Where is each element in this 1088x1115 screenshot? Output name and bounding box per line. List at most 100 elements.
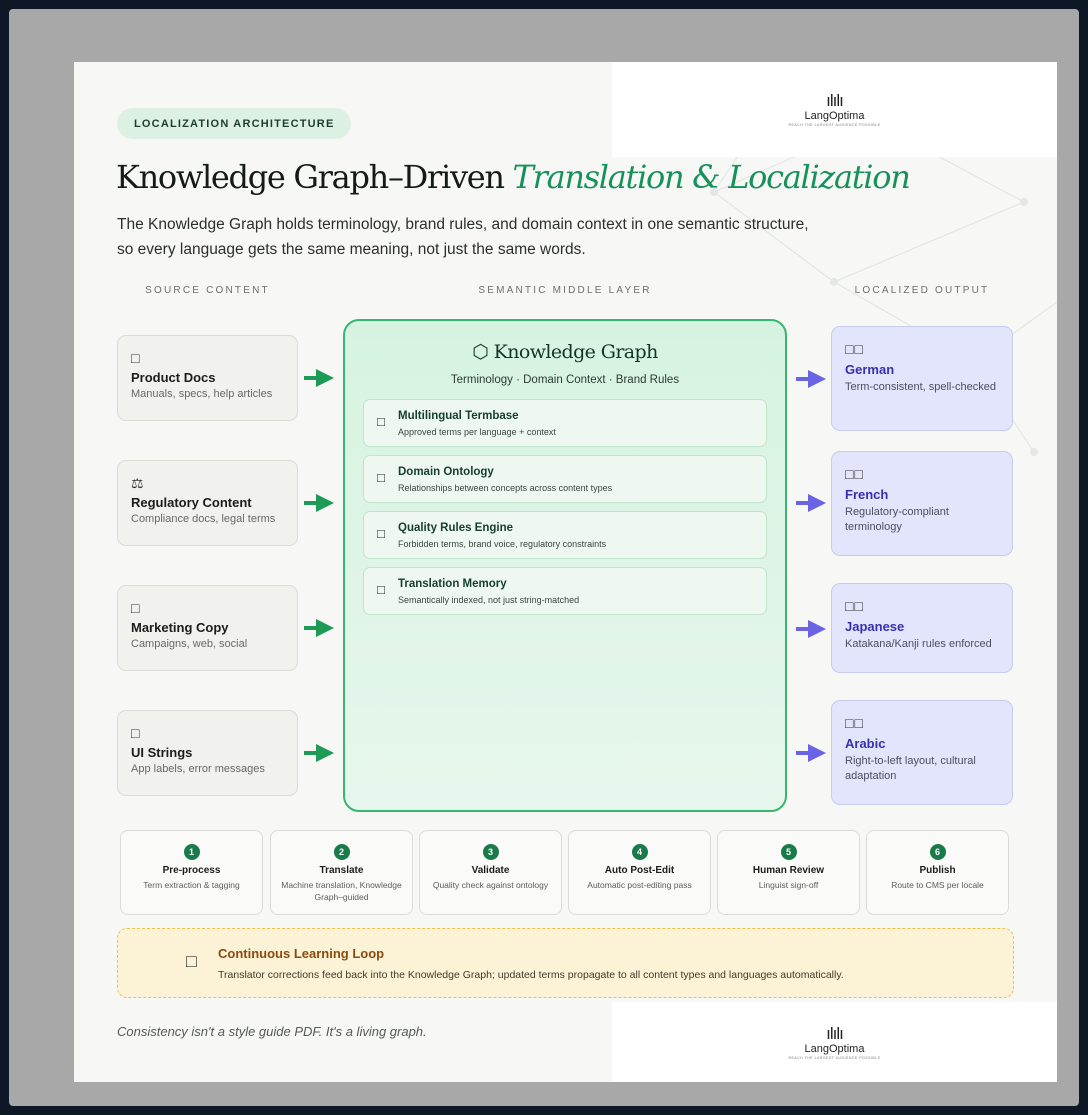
- continuous-learning-loop: □ Continuous Learning Loop Translator co…: [117, 928, 1014, 998]
- step-name: Human Review: [752, 865, 825, 876]
- title-plain: Knowledge Graph–Driven: [116, 158, 505, 196]
- gear-icon: □: [377, 526, 385, 541]
- step-number: 2: [333, 844, 350, 860]
- kg-item-quality-rules: □ Quality Rules Engine Forbidden terms, …: [363, 511, 767, 559]
- document-icon: □: [131, 350, 140, 366]
- output-desc: Katakana/Kanji rules enforced: [845, 638, 992, 650]
- step-translate: 2 Translate Machine translation, Knowled…: [270, 830, 413, 915]
- logo-mark-icon: ılılı: [826, 91, 844, 110]
- phone-icon: □: [131, 725, 140, 741]
- source-name: Marketing Copy: [131, 620, 229, 635]
- source-card-product-docs: □ Product Docs Manuals, specs, help arti…: [117, 335, 298, 421]
- footer-tagline: Consistency isn't a style guide PDF. It'…: [117, 1024, 427, 1039]
- flag-fr-icon: □□: [845, 466, 864, 482]
- kg-item-desc: Relationships between concepts across co…: [398, 483, 613, 493]
- arrow-right-icon: [796, 370, 826, 388]
- flag-ar-icon: □□: [845, 715, 864, 731]
- arrow-right-icon: [796, 620, 826, 638]
- output-name: French: [845, 487, 889, 502]
- logo-name: LangOptima: [804, 110, 865, 122]
- output-card-german: □□ German Term-consistent, spell-checked: [831, 326, 1013, 431]
- book-icon: □: [377, 414, 385, 429]
- flag-de-icon: □□: [845, 341, 864, 357]
- network-icon: □: [377, 470, 385, 485]
- knowledge-graph-subtitle: Terminology · Domain Context · Brand Rul…: [450, 374, 680, 386]
- page-subtitle: The Knowledge Graph holds terminology, b…: [117, 216, 809, 258]
- output-name: German: [845, 362, 895, 377]
- megaphone-icon: □: [131, 600, 140, 616]
- output-card-arabic: □□ Arabic Right-to-left layout, cultural…: [831, 700, 1013, 805]
- step-desc: Route to CMS per locale: [891, 880, 984, 890]
- column-header-middle: SEMANTIC MIDDLE LAYER: [478, 285, 652, 296]
- kg-item-desc: Forbidden terms, brand voice, regulatory…: [398, 539, 607, 549]
- kg-item-translation-memory: □ Translation Memory Semantically indexe…: [363, 567, 767, 615]
- arrow-right-icon: [304, 744, 334, 762]
- loop-title: Continuous Learning Loop: [218, 946, 385, 961]
- logo-tagline: REACH THE LARGEST AUDIENCE POSSIBLE: [788, 123, 881, 127]
- logo-tagline: REACH THE LARGEST AUDIENCE POSSIBLE: [788, 1055, 881, 1060]
- kg-item-desc: Semantically indexed, not just string-ma…: [398, 595, 580, 605]
- source-desc: Manuals, specs, help articles: [131, 388, 273, 400]
- logo-name: LangOptima: [804, 1042, 865, 1055]
- logo-bottom: ılılı LangOptima REACH THE LARGEST AUDIE…: [612, 1002, 1057, 1082]
- step-number: 3: [482, 844, 499, 860]
- step-name: Auto Post-Edit: [604, 865, 675, 876]
- kg-item-desc: Approved terms per language + context: [398, 427, 556, 437]
- step-desc: Term extraction & tagging: [143, 880, 240, 890]
- step-number: 1: [183, 844, 200, 860]
- title-accent: Translation & Localization: [512, 158, 911, 196]
- source-card-regulatory: ⚖ Regulatory Content Compliance docs, le…: [117, 460, 298, 546]
- memory-icon: □: [377, 582, 385, 597]
- source-card-marketing: □ Marketing Copy Campaigns, web, social: [117, 585, 298, 671]
- source-name: Regulatory Content: [131, 495, 252, 510]
- knowledge-graph-title: ⬡ Knowledge Graph: [472, 341, 658, 363]
- output-name: Arabic: [845, 736, 886, 751]
- output-desc: Regulatory-compliant terminology: [845, 506, 949, 533]
- step-name: Pre-process: [162, 865, 221, 876]
- step-desc: Linguist sign-off: [758, 880, 819, 890]
- arrow-right-icon: [304, 619, 334, 637]
- output-name: Japanese: [845, 619, 905, 634]
- output-desc: Term-consistent, spell-checked: [845, 381, 997, 393]
- kg-item-name: Translation Memory: [398, 578, 507, 590]
- step-name: Publish: [919, 865, 956, 876]
- source-desc: Compliance docs, legal terms: [131, 513, 276, 525]
- step-auto-post-edit: 4 Auto Post-Edit Automatic post-editing …: [568, 830, 711, 915]
- loop-icon: □: [186, 951, 197, 971]
- scales-icon: ⚖: [131, 475, 144, 491]
- column-header-output: LOCALIZED OUTPUT: [854, 285, 990, 296]
- arrow-right-icon: [796, 744, 826, 762]
- source-name: UI Strings: [131, 745, 193, 760]
- output-desc: Right-to-left layout, cultural adaptatio…: [845, 755, 976, 782]
- kg-item-name: Quality Rules Engine: [398, 522, 514, 534]
- step-desc: Automatic post-editing pass: [587, 880, 692, 890]
- outer-frame: ılılı LangOptima REACH THE LARGEST AUDIE…: [9, 9, 1079, 1106]
- source-name: Product Docs: [131, 370, 216, 385]
- step-name: Translate: [319, 865, 364, 876]
- kg-item-ontology: □ Domain Ontology Relationships between …: [363, 455, 767, 503]
- flag-jp-icon: □□: [845, 598, 864, 614]
- source-desc: Campaigns, web, social: [131, 638, 248, 650]
- source-card-ui-strings: □ UI Strings App labels, error messages: [117, 710, 298, 796]
- column-header-source: SOURCE CONTENT: [145, 285, 270, 296]
- logo-top: ılılı LangOptima REACH THE LARGEST AUDIE…: [612, 62, 1057, 157]
- logo-mark-icon: ılılı: [826, 1023, 844, 1043]
- step-human-review: 5 Human Review Linguist sign-off: [717, 830, 860, 915]
- step-publish: 6 Publish Route to CMS per locale: [866, 830, 1009, 915]
- source-desc: App labels, error messages: [131, 763, 265, 775]
- step-validate: 3 Validate Quality check against ontolog…: [419, 830, 562, 915]
- output-card-japanese: □□ Japanese Katakana/Kanji rules enforce…: [831, 583, 1013, 673]
- arrow-right-icon: [796, 494, 826, 512]
- step-name: Validate: [471, 865, 510, 876]
- knowledge-graph-panel: ⬡ Knowledge Graph Terminology · Domain C…: [343, 319, 787, 812]
- step-preprocess: 1 Pre-process Term extraction & tagging: [120, 830, 263, 915]
- step-number: 5: [780, 844, 797, 860]
- step-number: 4: [631, 844, 648, 860]
- arrow-right-icon: [304, 494, 334, 512]
- section-badge: LOCALIZATION ARCHITECTURE: [117, 108, 352, 139]
- kg-item-termbase: □ Multilingual Termbase Approved terms p…: [363, 399, 767, 447]
- kg-item-name: Domain Ontology: [398, 466, 494, 478]
- arrow-right-icon: [304, 369, 334, 387]
- loop-desc: Translator corrections feed back into th…: [218, 969, 844, 981]
- page-title: Knowledge Graph–Driven Translation & Loc…: [116, 158, 1016, 196]
